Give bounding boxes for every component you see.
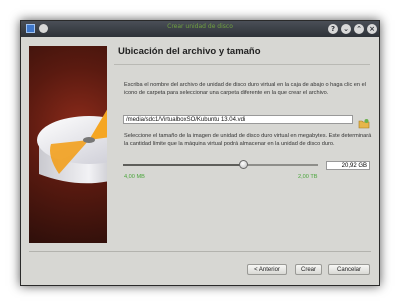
title-bar[interactable]: Crear unidad de disco ? ⌄ ⌃ × bbox=[21, 21, 379, 37]
maximize-button[interactable]: ⌃ bbox=[354, 24, 364, 34]
close-button[interactable]: × bbox=[367, 24, 377, 34]
dialog-content: Ubicación del archivo y tamaño Escriba e… bbox=[21, 37, 379, 285]
size-slider-fill bbox=[123, 164, 244, 166]
heading-divider bbox=[114, 64, 370, 65]
minimize-button[interactable]: ⌄ bbox=[341, 24, 351, 34]
size-slider-track[interactable] bbox=[123, 164, 318, 166]
size-input[interactable]: 20,92 GB bbox=[326, 161, 370, 170]
button-divider bbox=[29, 251, 371, 252]
max-size-label: 2,00 TB bbox=[298, 174, 318, 180]
back-button[interactable]: < Anterior bbox=[247, 264, 287, 275]
folder-icon bbox=[358, 119, 370, 129]
size-slider-handle[interactable] bbox=[239, 160, 249, 169]
file-instructions: Escriba el nombre del archivo de unidad … bbox=[124, 82, 366, 96]
wizard-side-image bbox=[29, 46, 107, 243]
size-instructions: Seleccione el tamaño de la imagen de uni… bbox=[124, 133, 372, 147]
help-button[interactable]: ? bbox=[328, 24, 338, 34]
window-title: Crear unidad de disco bbox=[167, 23, 233, 30]
file-path-input[interactable]: /media/sdc1/VirtualboxSO/Kubuntu 13.04.v… bbox=[123, 115, 353, 124]
cancel-button[interactable]: Cancelar bbox=[328, 264, 370, 275]
min-size-label: 4,00 MB bbox=[124, 174, 145, 180]
disk-illustration bbox=[37, 109, 107, 184]
create-disk-dialog: Crear unidad de disco ? ⌄ ⌃ × Ubicación … bbox=[20, 20, 380, 286]
folder-button[interactable] bbox=[358, 114, 370, 129]
page-heading: Ubicación del archivo y tamaño bbox=[118, 46, 261, 57]
create-button[interactable]: Crear bbox=[295, 264, 322, 275]
